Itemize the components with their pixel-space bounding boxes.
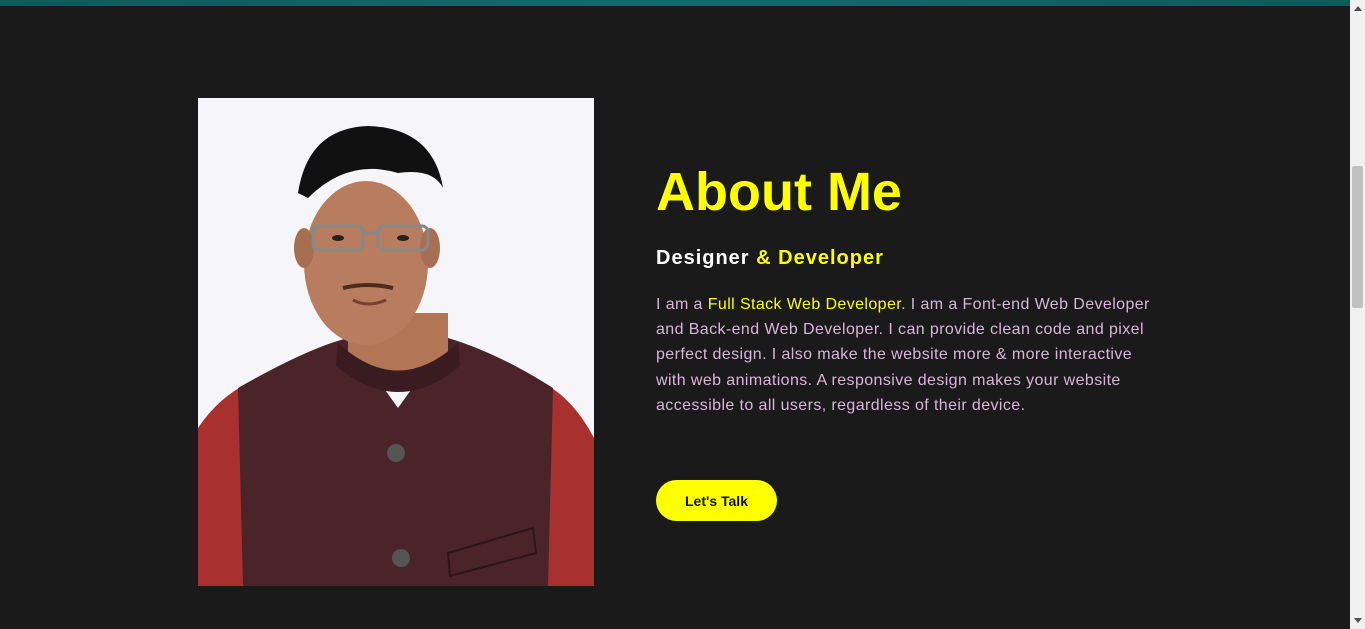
desc-intro: I am a: [656, 295, 708, 313]
scroll-up-icon[interactable]: [1354, 6, 1362, 11]
desc-rest: . I am a Font-end Web Developer and Back…: [656, 295, 1150, 414]
about-title: About Me: [656, 162, 902, 222]
subtitle-developer: & Developer: [756, 246, 884, 269]
subtitle-designer: Designer: [656, 246, 750, 269]
profile-photo: [198, 98, 594, 586]
about-subtitle: Designer & Developer: [656, 247, 1156, 270]
about-content: About Me Designer & Developer I am a Ful…: [656, 160, 1156, 418]
scroll-thumb[interactable]: [1352, 166, 1363, 308]
vertical-scrollbar[interactable]: [1350, 0, 1365, 629]
desc-highlight: Full Stack Web Developer: [707, 295, 902, 313]
about-description: I am a Full Stack Web Developer. I am a …: [656, 292, 1156, 418]
scroll-down-icon[interactable]: [1354, 618, 1362, 623]
portrait-illustration: [198, 98, 594, 586]
lets-talk-button[interactable]: Let's Talk: [656, 480, 777, 521]
